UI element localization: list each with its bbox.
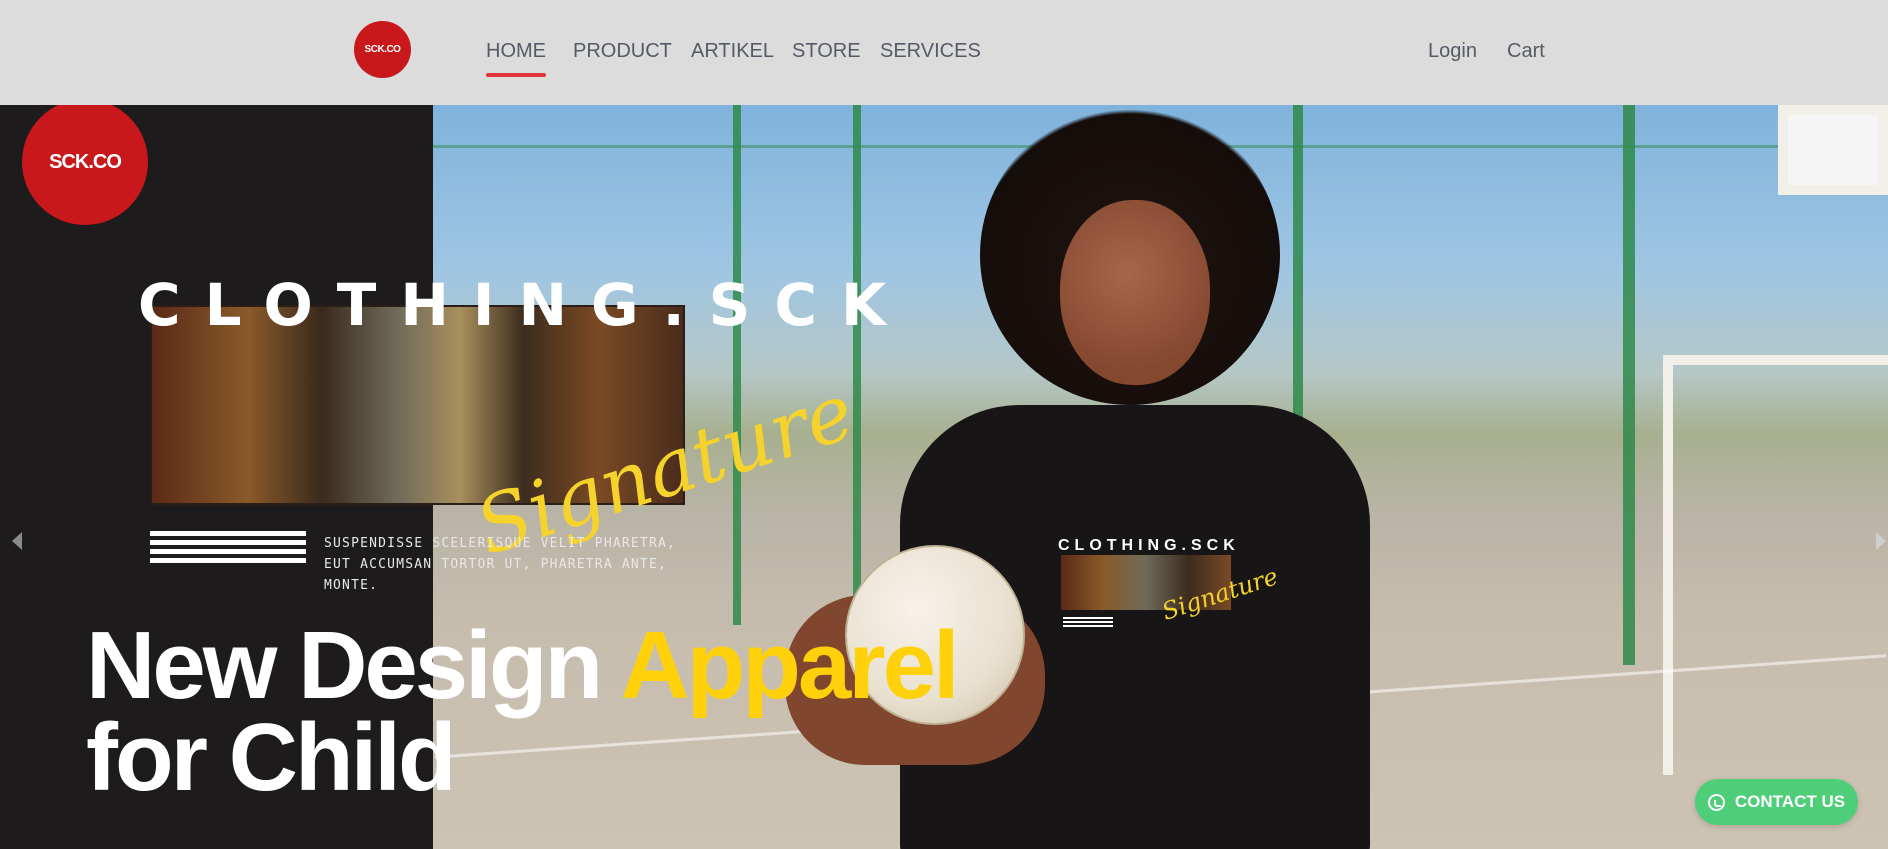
shirt-print-title: CLOTHING.SCK [1058,537,1240,554]
nav-artikel[interactable]: ARTIKEL [691,39,774,63]
fence-post [733,105,741,625]
brand-title: CLOTHING.SCK [138,271,910,339]
backboard [1778,105,1888,195]
fence-post [1623,105,1635,665]
nav-home[interactable]: HOME [486,39,546,77]
nav-services[interactable]: SERVICES [880,39,981,63]
nav-store[interactable]: STORE [792,39,861,63]
headline-line2: for Child [86,704,457,811]
login-link[interactable]: Login [1428,39,1477,63]
model-face [1060,200,1210,385]
contact-us-label: CONTACT US [1734,792,1846,811]
brand-logo[interactable]: SCK.CO [354,21,411,78]
headline-accent: Apparel [620,612,959,719]
whatsapp-icon [1707,793,1725,811]
stripes-graphic [150,531,306,571]
nav-product[interactable]: PRODUCT [573,39,672,63]
navbar: SCK.CO HOME PRODUCT ARTIKEL STORE SERVIC… [0,0,1888,105]
shirt-print-stripes [1063,617,1113,629]
carousel-next-icon[interactable] [1876,532,1886,550]
hero-carousel: SCK.CO CLOTHING.SCK Signature SUSPENDISS… [0,105,1888,849]
cart-link[interactable]: Cart [1507,39,1545,63]
carousel-prev-icon[interactable] [12,532,22,550]
hero-headline: New Design Apparel for Child [86,618,960,806]
goal-frame [1663,355,1888,775]
headline-part1: New Design [86,612,621,719]
contact-us-button[interactable]: CONTACT US [1695,779,1858,825]
fence-post [853,105,861,625]
tagline: SUSPENDISSE SCELERISQUE VELIT PHARETRA, … [324,536,677,593]
